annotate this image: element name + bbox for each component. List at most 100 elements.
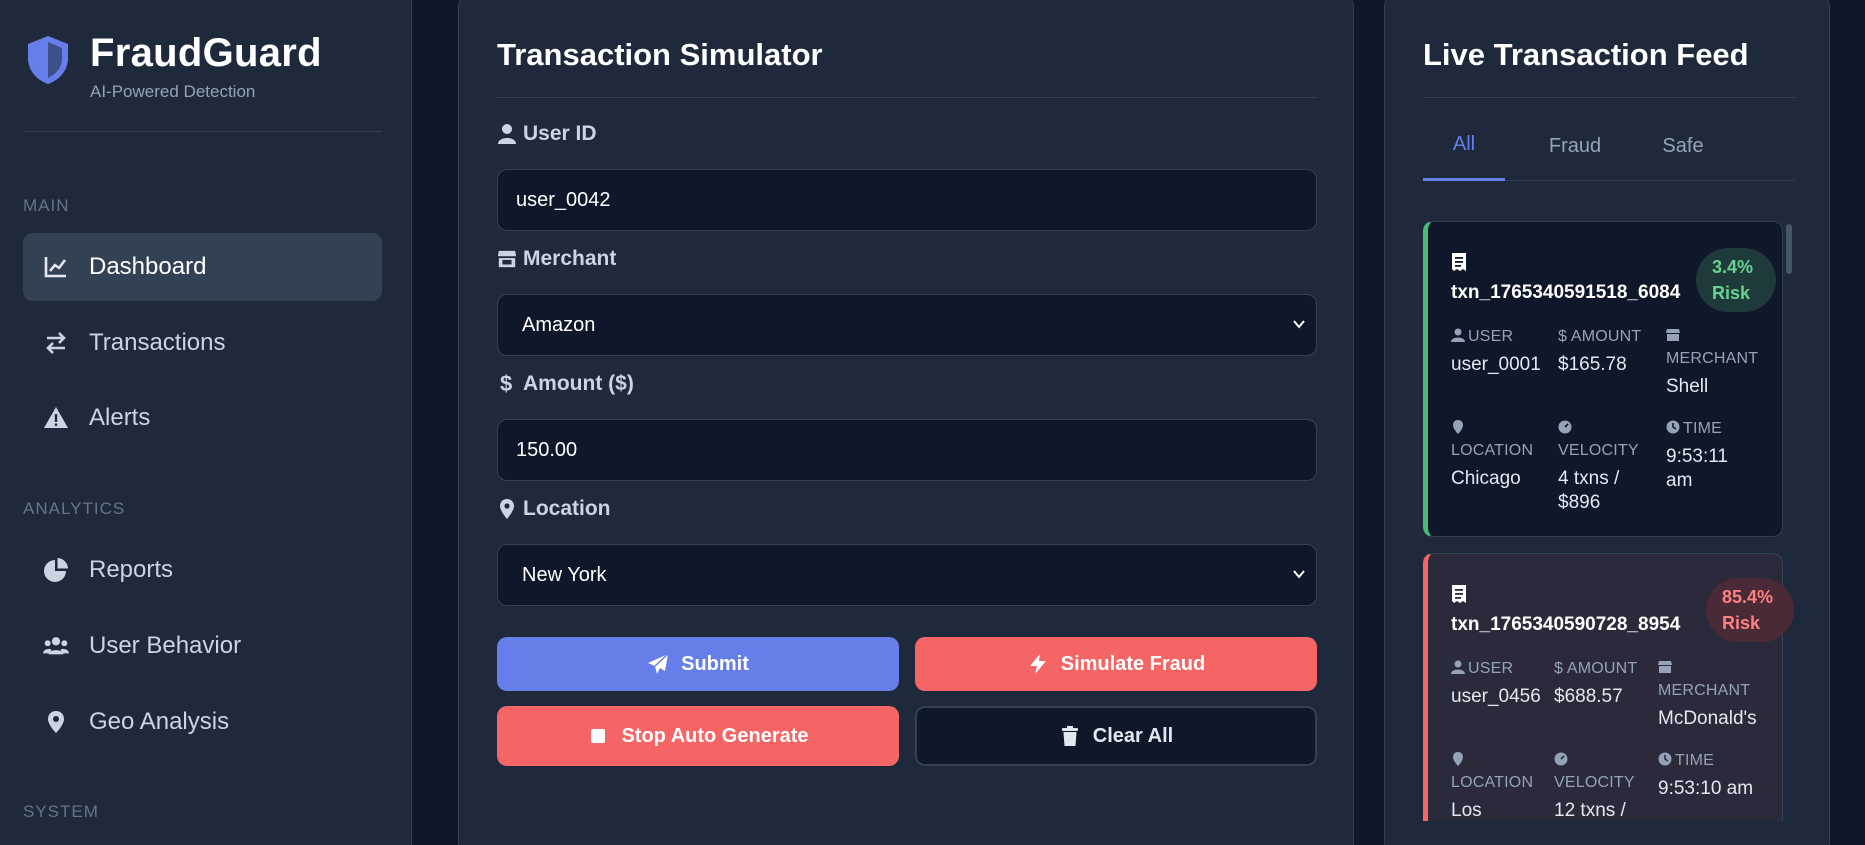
amount-value: $165.78 <box>1558 354 1627 375</box>
shield-icon <box>28 36 68 84</box>
user-icon <box>1451 660 1465 674</box>
chevron-down-icon <box>1293 570 1305 579</box>
transaction-card[interactable]: txn_1765340590728_8954 85.4% Risk USER u… <box>1423 553 1794 821</box>
exchange-icon <box>23 330 89 356</box>
amount-label: $ Amount ($) <box>497 372 634 396</box>
location-label: Location <box>497 497 611 521</box>
map-pin-icon <box>1453 420 1463 434</box>
sidebar-item-geo-analysis[interactable]: Geo Analysis <box>23 688 382 756</box>
feed-tabs: All Fraud Safe <box>1423 111 1795 181</box>
section-label-system: SYSTEM <box>23 802 99 821</box>
location-value: Chicago <box>1451 468 1521 489</box>
map-pin-icon <box>23 709 89 735</box>
dollar-icon: $ <box>1554 660 1567 677</box>
divider <box>1423 97 1795 98</box>
transaction-simulator-card: Transaction Simulator User ID user_0042 … <box>458 0 1354 845</box>
user-icon <box>498 124 516 144</box>
risk-badge: 85.4% Risk <box>1706 578 1794 642</box>
sidebar-item-label: Geo Analysis <box>89 708 230 735</box>
velocity-value-line1: 4 txns / <box>1558 468 1620 489</box>
velocity-value-line2: $896 <box>1558 492 1601 513</box>
location-select-value: New York <box>522 563 607 586</box>
time-value-line1: 9:53:11 <box>1666 446 1728 467</box>
risk-word: Risk <box>1712 283 1751 303</box>
tab-safe[interactable]: Safe <box>1643 111 1723 181</box>
sidebar-item-label: Alerts <box>89 404 151 431</box>
trash-icon <box>1061 726 1078 746</box>
clock-icon <box>1666 420 1680 434</box>
location-value: Los <box>1451 800 1482 821</box>
store-icon <box>1666 329 1680 341</box>
merchant-meta-label: MERCHANT <box>1658 658 1768 702</box>
velocity-meta-label: VELOCITY <box>1554 750 1635 794</box>
paper-plane-icon <box>648 653 669 674</box>
sidebar-item-alerts[interactable]: Alerts <box>23 384 382 452</box>
dollar-icon: $ <box>1558 328 1571 345</box>
clock-icon <box>1658 752 1672 766</box>
map-pin-icon <box>500 499 514 519</box>
feed-list[interactable]: txn_1765340591518_6084 3.4% Risk USER us… <box>1423 221 1811 821</box>
transaction-id: txn_1765340590728_8954 <box>1451 614 1681 635</box>
velocity-meta-label: VELOCITY <box>1558 418 1639 462</box>
user-icon <box>1451 328 1465 342</box>
transaction-card[interactable]: txn_1765340591518_6084 3.4% Risk USER us… <box>1423 221 1783 537</box>
divider <box>497 97 1317 98</box>
risk-score: 3.4% <box>1712 257 1754 277</box>
bolt-icon <box>1029 654 1046 674</box>
section-label-analytics: ANALYTICS <box>23 499 126 518</box>
chevron-down-icon <box>1293 320 1305 329</box>
merchant-value: Shell <box>1666 376 1709 397</box>
feed-title: Live Transaction Feed <box>1423 37 1749 72</box>
receipt-icon <box>1452 585 1466 603</box>
sidebar-item-reports[interactable]: Reports <box>23 536 382 604</box>
risk-score: 85.4% <box>1722 587 1774 607</box>
amount-input[interactable]: 150.00 <box>497 419 1317 481</box>
divider <box>23 131 382 132</box>
user-value: user_0456 <box>1451 686 1541 707</box>
location-label-text: Location <box>523 497 611 520</box>
sidebar-item-transactions[interactable]: Transactions <box>23 309 382 377</box>
tab-fraud[interactable]: Fraud <box>1531 111 1619 181</box>
merchant-value: McDonald's <box>1658 708 1757 729</box>
merchant-label: Merchant <box>497 247 616 271</box>
user-value: user_0001 <box>1451 354 1541 375</box>
feed-scrollbar[interactable] <box>1786 224 1792 274</box>
map-pin-icon <box>1453 752 1463 766</box>
sidebar-item-label: Dashboard <box>89 253 207 280</box>
merchant-select[interactable]: Amazon <box>497 294 1317 356</box>
submit-button-label: Submit <box>681 652 749 675</box>
sidebar: FraudGuard AI-Powered Detection MAIN Das… <box>0 0 412 845</box>
amount-value: $688.57 <box>1554 686 1623 707</box>
merchant-label-text: Merchant <box>523 247 617 270</box>
location-select[interactable]: New York <box>497 544 1317 606</box>
clear-all-button-label: Clear All <box>1092 724 1174 747</box>
time-meta-label: TIME <box>1658 750 1714 772</box>
stop-auto-generate-button[interactable]: Stop Auto Generate <box>497 706 899 766</box>
amount-meta-label: $ AMOUNT <box>1554 660 1638 677</box>
clear-all-button[interactable]: Clear All <box>915 706 1317 766</box>
time-meta-label: TIME <box>1666 418 1722 440</box>
sidebar-item-label: Transactions <box>89 329 226 356</box>
sidebar-item-label: User Behavior <box>89 632 242 659</box>
merchant-meta-label: MERCHANT <box>1666 326 1776 370</box>
user-id-input[interactable]: user_0042 <box>497 169 1317 231</box>
section-label-main: MAIN <box>23 196 70 215</box>
gauge-icon <box>1554 752 1568 766</box>
submit-button[interactable]: Submit <box>497 637 899 691</box>
amount-label-text: Amount ($) <box>523 372 634 395</box>
sidebar-item-user-behavior[interactable]: User Behavior <box>23 612 382 680</box>
location-meta-label: LOCATION <box>1451 750 1533 794</box>
store-icon <box>1658 661 1672 673</box>
gauge-icon <box>1558 420 1572 434</box>
simulate-fraud-button[interactable]: Simulate Fraud <box>915 637 1317 691</box>
time-value: 9:53:10 am <box>1658 778 1754 799</box>
svg-text:$: $ <box>500 373 512 395</box>
tab-all[interactable]: All <box>1423 111 1505 181</box>
user-id-label: User ID <box>497 122 597 146</box>
pie-chart-icon <box>23 557 89 583</box>
sidebar-item-dashboard[interactable]: Dashboard <box>23 233 382 301</box>
transaction-id: txn_1765340591518_6084 <box>1451 282 1681 303</box>
risk-badge: 3.4% Risk <box>1696 248 1776 312</box>
chart-line-icon <box>23 254 89 280</box>
store-icon <box>497 250 517 268</box>
